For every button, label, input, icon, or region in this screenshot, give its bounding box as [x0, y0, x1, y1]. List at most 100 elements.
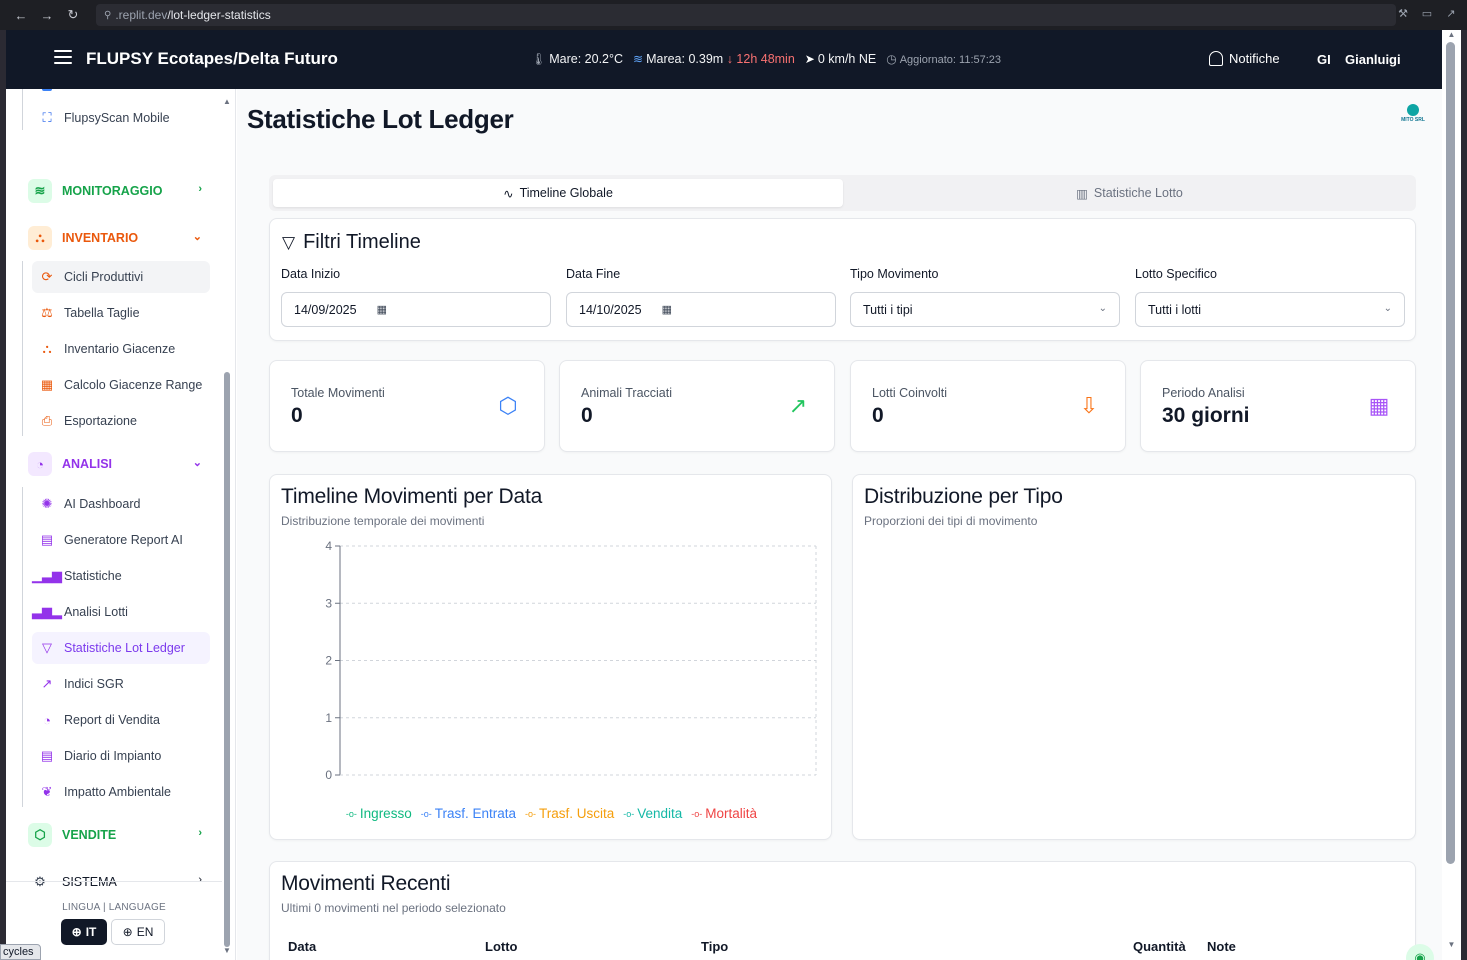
section-inventario[interactable]: ⛬ INVENTARIO ⌄: [24, 220, 210, 256]
sidebar-item-tabella-taglie[interactable]: ⚖ Tabella Taglie: [32, 297, 210, 329]
sidebar-item-label: Statistiche: [64, 569, 122, 583]
reload-icon[interactable]: ↻: [62, 4, 84, 26]
column-header-lotto[interactable]: Lotto: [485, 939, 517, 954]
browser-toolbar: ← → ↻ ⚲ .replit.dev/lot-ledger-statistic…: [0, 0, 1467, 30]
scroll-up-icon[interactable]: ▲: [222, 97, 232, 106]
scroll-down-icon[interactable]: ▼: [222, 946, 232, 955]
legend-marker-icon: -o-: [623, 808, 635, 819]
sidebar-item-label: Tabella Taglie: [64, 306, 140, 320]
calendar-icon[interactable]: ▦: [377, 303, 387, 316]
filter-icon: ▽: [282, 232, 296, 252]
scroll-up-icon[interactable]: ▲: [1442, 30, 1461, 39]
stat-card-periodo-analisi: Periodo Analisi 30 giorni ▦: [1140, 360, 1416, 452]
sidebar-item-indici-sgr[interactable]: ↗ Indici SGR: [32, 668, 210, 700]
forward-icon[interactable]: →: [36, 4, 58, 26]
bar-chart-icon: ▁▃▆: [32, 568, 62, 583]
column-header-quantita[interactable]: Quantità: [1133, 939, 1186, 954]
tab-label: Statistiche Lotto: [1093, 186, 1183, 200]
timeline-chart-card: Timeline Movimenti per Data Distribuzion…: [269, 474, 832, 840]
sidebar-item-inventario-giacenze[interactable]: ⛬ Inventario Giacenze: [32, 333, 210, 365]
sidebar-item-analisi-lotti[interactable]: ▃▆▂ Analisi Lotti: [32, 596, 210, 628]
back-icon[interactable]: ←: [10, 4, 32, 26]
lang-it-button[interactable]: ⊕ IT: [61, 919, 107, 945]
sidebar-item-label: AI Dashboard: [64, 497, 141, 511]
stat-card-animali-tracciati: Animali Tracciati 0 ↗: [559, 360, 835, 452]
app-title: FLUPSY Ecotapes/Delta Futuro: [86, 49, 338, 68]
address-bar[interactable]: ⚲ .replit.dev/lot-ledger-statistics: [96, 4, 1396, 26]
box-icon: ⬡: [498, 393, 518, 418]
calendar-icon[interactable]: ▦: [662, 303, 672, 316]
sidebar-item-diario-di-impianto[interactable]: ▤ Diario di Impianto: [32, 740, 210, 772]
sidebar-item-generatore-report-ai[interactable]: ▤ Generatore Report AI: [32, 524, 210, 556]
legend-marker-icon: -o-: [345, 808, 357, 819]
legend-item[interactable]: -o- Trasf. Uscita: [525, 806, 614, 821]
sidebar-item-label: Indici SGR: [64, 677, 124, 691]
movement-type-select[interactable]: Tutti i tipi ⌄: [850, 292, 1120, 327]
legend-label: Trasf. Entrata: [434, 806, 516, 821]
tab-statistiche-lotto[interactable]: ▥ Statistiche Lotto: [847, 179, 1412, 207]
page-scroll-thumb[interactable]: [1446, 42, 1455, 864]
sidebar-item-flupsyscan[interactable]: ⛶ FlupsyScan Mobile: [32, 102, 210, 134]
y-tick-label: 3: [325, 596, 332, 610]
legend-item[interactable]: -o- Mortalità: [691, 806, 757, 821]
devices-icon[interactable]: ▭: [1419, 4, 1435, 22]
movement-type-value: Tutti i tipi: [863, 302, 913, 317]
sidebar-scroll-thumb[interactable]: [224, 372, 230, 947]
wind: 0 km/h NE: [817, 52, 877, 66]
lang-en-button[interactable]: ⊕ EN: [111, 919, 165, 945]
avatar[interactable]: GI: [1317, 52, 1331, 67]
thermometer-icon: 🌡︎: [531, 52, 547, 66]
column-header-note[interactable]: Note: [1207, 939, 1236, 954]
sidebar-item-statistiche[interactable]: ▁▃▆ Statistiche: [32, 560, 210, 592]
start-date-input[interactable]: 14/09/2025 ▦: [281, 292, 551, 327]
notifications-button[interactable]: Notifiche: [1209, 51, 1280, 66]
section-monitoraggio[interactable]: ≋ MONITORAGGIO ›: [24, 173, 210, 209]
waves-icon: ≋: [28, 179, 52, 203]
sidebar-item-label: Calcolo Giacenze Range: [64, 378, 203, 392]
sidebar-item-calcolo-giacenze-range[interactable]: ▦ Calcolo Giacenze Range: [32, 369, 210, 401]
end-date-input[interactable]: 14/10/2025 ▦: [566, 292, 836, 327]
wrench-icon[interactable]: ⚒: [1395, 4, 1411, 22]
filters-title-text: Filtri Timeline: [303, 231, 421, 253]
external-link-icon[interactable]: ↗: [1443, 4, 1459, 22]
sidebar-scrollbar[interactable]: ▲ ▼: [222, 97, 232, 957]
section-analisi[interactable]: ◔ ANALISI ⌄: [24, 446, 210, 482]
url-path: /lot-ledger-statistics: [167, 8, 271, 22]
scale-icon: ⚖: [41, 305, 53, 320]
section-label: ANALISI: [62, 457, 112, 471]
sidebar-item-statistiche-lot-ledger[interactable]: ▽ Statistiche Lot Ledger: [32, 632, 210, 664]
page-scrollbar[interactable]: ▲ ▼: [1442, 30, 1461, 960]
legend-item[interactable]: -o- Vendita: [623, 806, 682, 821]
lang-it-label: IT: [85, 925, 97, 939]
section-vendite[interactable]: ⬡ VENDITE ›: [24, 817, 210, 853]
wifi-status-icon[interactable]: ◉: [1406, 944, 1434, 960]
scan-icon: ⛶: [42, 110, 52, 125]
sidebar-item-label: Inventario Giacenze: [64, 342, 176, 356]
legend-item[interactable]: -o- Ingresso: [346, 806, 412, 821]
scroll-down-icon[interactable]: ▼: [1442, 940, 1461, 949]
tide: Marea: 0.39m: [646, 52, 724, 66]
sidebar-item-esportazione[interactable]: ⎙ Esportazione: [32, 405, 210, 437]
menu-icon[interactable]: [54, 50, 72, 64]
tab-timeline-globale[interactable]: ∿ Timeline Globale: [273, 179, 843, 207]
language-label: LINGUA | LANGUAGE: [62, 902, 166, 913]
logo-drop-icon: [1407, 104, 1419, 116]
sidebar-item-impatto-ambientale[interactable]: ❦ Impatto Ambientale: [32, 776, 210, 808]
globe-icon: ⊕: [122, 925, 133, 939]
y-tick-label: 2: [325, 654, 332, 668]
sidebar-item-label: Esportazione: [64, 414, 137, 428]
updated-time: Aggiornato: 11:57:23: [899, 54, 1002, 66]
lot-select[interactable]: Tutti i lotti ⌄: [1135, 292, 1405, 327]
sidebar-item-report-di-vendita[interactable]: ◔ Report di Vendita: [32, 704, 210, 736]
column-header-tipo[interactable]: Tipo: [701, 939, 728, 954]
activity-icon: ∿: [503, 186, 514, 201]
chevron-down-icon: ⌄: [192, 457, 202, 469]
sidebar-item-cicli-produttivi[interactable]: ⟳ Cicli Produttivi: [32, 261, 210, 293]
user-name[interactable]: Gianluigi: [1345, 52, 1401, 67]
column-header-data[interactable]: Data: [288, 939, 316, 954]
legend-item[interactable]: -o- Trasf. Entrata: [421, 806, 516, 821]
lang-en-label: EN: [136, 925, 154, 939]
sidebar-item-ai-dashboard[interactable]: ✺ AI Dashboard: [32, 488, 210, 520]
filters-title: ▽ Filtri Timeline: [282, 231, 421, 254]
export-icon: ⎙: [41, 413, 53, 428]
